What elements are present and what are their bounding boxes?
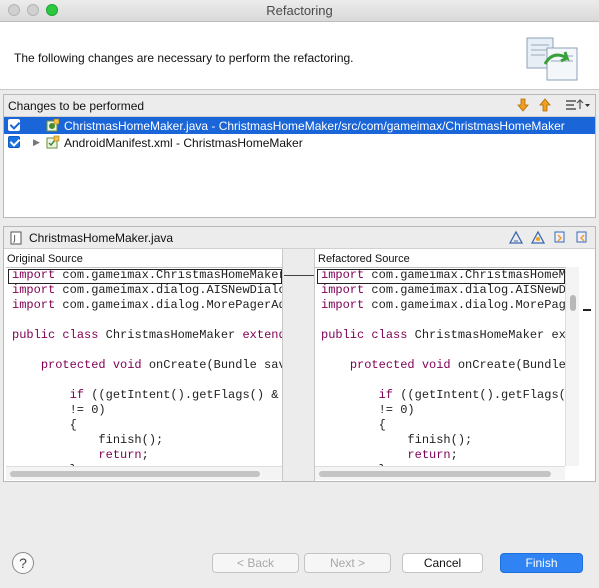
code-line: { [321,418,386,432]
diff-overview-ruler[interactable] [580,267,594,466]
change-item-label: ChristmasHomeMaker.java - ChristmasHomeM… [64,119,565,133]
previous-change-arrow-icon[interactable] [537,97,553,113]
help-button[interactable]: ? [12,552,34,574]
code-line: import com.gameimax.dialog.AISNewDialog [12,283,282,297]
change-item-java[interactable]: ChristmasHomeMaker.java - ChristmasHomeM… [4,117,595,134]
copy-all-left-to-right-icon[interactable] [508,229,524,245]
code-line: public class ChristmasHomeMaker extends [12,328,282,342]
diff-connector [284,275,314,276]
diff-highlight-left [8,269,282,284]
compare-header: J ChristmasHomeMaker.java [4,227,595,249]
xml-file-icon [46,135,60,149]
next-button[interactable]: Next > [304,553,391,573]
finish-button[interactable]: Finish [500,553,583,573]
java-file-icon: J [10,231,22,245]
code-line: if ((getIntent().getFlags( [378,388,565,402]
vertical-scroll-thumb[interactable] [570,295,576,311]
compare-file-name: ChristmasHomeMaker.java [29,231,174,245]
original-source-pane[interactable]: import com.gameimax.ChristmasHomeMaker im… [6,267,282,466]
code-line: import com.gameimax.dialog.AISNewDi [321,283,565,297]
left-horizontal-scrollbar[interactable] [6,466,282,480]
code-line: if ((getIntent().getFlags() & [69,388,279,402]
change-item-manifest[interactable]: ▶ AndroidManifest.xml - ChristmasHomeMak… [4,134,595,151]
code-line: finish(); [12,433,164,447]
code-line: return; [407,448,458,462]
changes-header: Changes to be performed [4,95,595,117]
code-line: protected void onCreate(Bundle save [40,358,282,372]
back-button[interactable]: < Back [212,553,299,573]
diff-highlight-right [317,269,565,284]
code-line: != 0) [12,403,106,417]
code-line: import com.gameimax.dialog.MorePagerAda [12,298,282,312]
next-difference-icon[interactable] [552,229,568,245]
filter-changes-dropdown-icon[interactable] [564,97,590,113]
header-message: The following changes are necessary to p… [14,51,354,65]
right-horizontal-scrollbar[interactable] [315,466,565,480]
refactoring-wizard-icon [526,37,578,81]
left-horizontal-scroll-thumb[interactable] [10,471,260,477]
code-line: return; [98,448,149,462]
changes-title: Changes to be performed [8,99,145,113]
refactored-source-code: import com.gameimax.ChristmasHomeMa impor… [315,268,565,466]
original-source-label: Original Source [7,253,83,265]
change-checkbox[interactable] [8,119,20,131]
diff-gutter [282,249,315,481]
code-line: public class ChristmasHomeMaker ext [321,328,565,342]
code-line: import com.gameimax.dialog.MorePage [321,298,565,312]
previous-difference-icon[interactable] [574,229,590,245]
right-horizontal-scroll-thumb[interactable] [319,471,551,477]
original-source-code: import com.gameimax.ChristmasHomeMaker im… [6,268,282,466]
code-line: finish(); [321,433,473,447]
refactored-source-label: Refactored Source [318,253,410,265]
code-line: != 0) [321,403,415,417]
cancel-button[interactable]: Cancel [402,553,483,573]
diff-overview-mark[interactable] [583,309,591,311]
java-file-icon [46,118,60,132]
title-bar: Refactoring [0,0,599,22]
next-change-arrow-icon[interactable] [515,97,531,113]
compare-panel: J ChristmasHomeMaker.java Original Sourc… [3,226,596,482]
change-item-label: AndroidManifest.xml - ChristmasHomeMaker [64,136,303,150]
svg-text:J: J [13,234,16,243]
vertical-scrollbar[interactable] [565,267,579,466]
expand-triangle-icon[interactable]: ▶ [33,137,40,148]
wizard-header: The following changes are necessary to p… [0,22,599,90]
change-checkbox[interactable] [8,136,20,148]
window-title: Refactoring [266,3,333,18]
copy-all-right-to-left-icon[interactable] [530,229,546,245]
changes-panel: Changes to be performed ChristmasHomeMak… [3,94,596,218]
refactored-source-pane[interactable]: import com.gameimax.ChristmasHomeMa impor… [315,267,565,466]
code-line: protected void onCreate(Bundle [349,358,565,372]
code-line: { [12,418,77,432]
